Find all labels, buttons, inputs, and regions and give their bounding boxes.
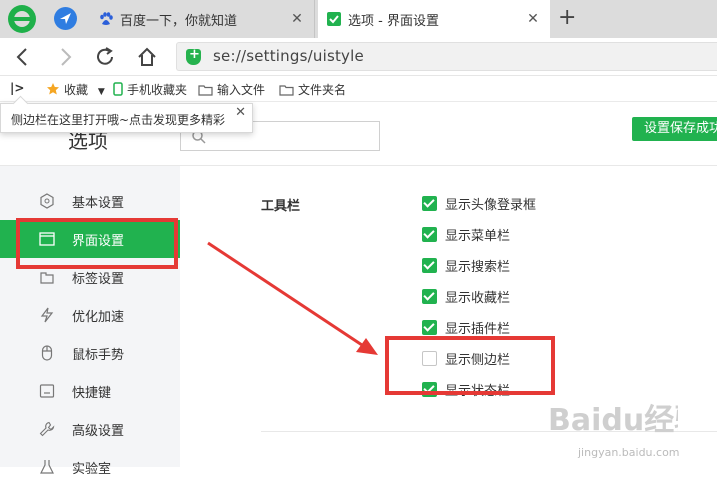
baidu-jingyan-watermark: Baidu经验 [548, 403, 678, 438]
watermark-url: jingyan.baidu.com [578, 446, 680, 459]
svg-text:Baidu经验: Baidu经验 [548, 403, 678, 438]
annotation-arrow [207, 241, 378, 355]
